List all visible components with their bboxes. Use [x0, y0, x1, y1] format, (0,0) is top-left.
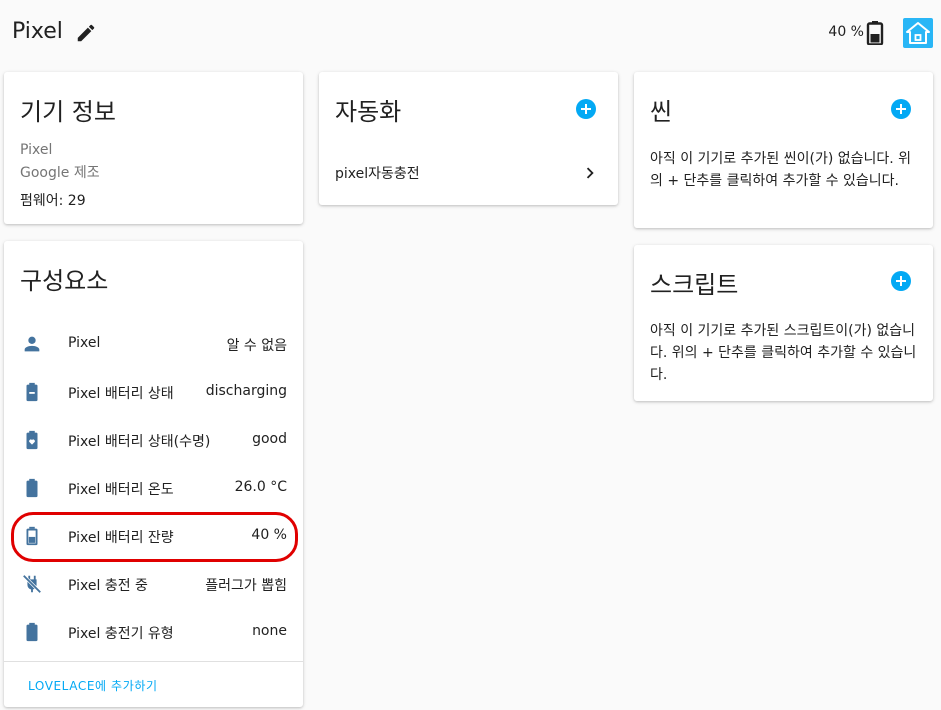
- scene-empty-text: 아직 이 기기로 추가된 씬이(가) 없습니다. 위의 + 단추를 클릭하여 추…: [650, 151, 912, 189]
- entity-state: 플러그가 뽑힘: [205, 578, 287, 594]
- add-scene-button[interactable]: [891, 99, 911, 119]
- battery-heart-icon: [26, 430, 38, 450]
- components-title: 구성요소: [20, 267, 109, 295]
- battery-icon: [26, 622, 38, 642]
- entity-state: 26.0 °C: [234, 479, 287, 495]
- entity-row[interactable]: Pixel 배터리 온도 26.0 °C: [4, 467, 303, 507]
- entity-state: 40 %: [251, 527, 287, 543]
- battery-40-icon: [26, 526, 38, 546]
- entity-name: Pixel 충전 중: [68, 578, 148, 594]
- entity-row[interactable]: Pixel 충전 중 플러그가 뽑힘: [4, 563, 303, 603]
- device-model: Pixel: [20, 142, 53, 158]
- entity-name: Pixel: [68, 335, 101, 351]
- entity-name: Pixel 충전기 유형: [68, 626, 174, 642]
- script-title: 스크립트: [650, 271, 739, 299]
- battery-icon: [26, 478, 38, 498]
- scene-card: 씬 아직 이 기기로 추가된 씬이(가) 없습니다. 위의 + 단추를 클릭하여…: [634, 72, 933, 228]
- battery-level-text: 40 %: [828, 24, 864, 40]
- entity-state: 알 수 없음: [226, 338, 287, 354]
- account-icon: [24, 336, 40, 352]
- entity-row[interactable]: Pixel 배터리 상태(수명) good: [4, 419, 303, 459]
- entity-state: none: [252, 623, 287, 639]
- entity-row[interactable]: Pixel 배터리 상태 discharging: [4, 371, 303, 411]
- battery-icon: [866, 21, 884, 45]
- components-card: 구성요소 Pixel 알 수 없음 Pixel 배터리 상태 dischargi…: [4, 241, 303, 707]
- chevron-right-icon: [586, 167, 594, 179]
- power-plug-off-icon: [22, 574, 42, 594]
- entity-state: good: [252, 431, 287, 447]
- device-firmware: 펌웨어: 29: [20, 193, 86, 209]
- device-manufacturer: Google 제조: [20, 165, 100, 181]
- script-card: 스크립트 아직 이 기기로 추가된 스크립트이(가) 없습니다. 위의 + 단추…: [634, 245, 933, 401]
- add-automation-button[interactable]: [576, 99, 596, 119]
- device-info-card: 기기 정보 Pixel Google 제조 펌웨어: 29: [4, 72, 303, 224]
- automation-card: 자동화 pixel자동충전: [319, 72, 618, 205]
- entity-row[interactable]: Pixel 배터리 잔량 40 %: [4, 515, 303, 555]
- automation-item-label: pixel자동충전: [335, 166, 420, 182]
- battery-minus-icon: [26, 382, 38, 402]
- scene-title: 씬: [650, 98, 673, 126]
- entity-name: Pixel 배터리 온도: [68, 482, 174, 498]
- automation-item[interactable]: pixel자동충전: [319, 152, 618, 192]
- entity-name: Pixel 배터리 상태: [68, 386, 174, 402]
- top-bar: Pixel 40 %: [0, 0, 941, 66]
- entity-row[interactable]: Pixel 알 수 없음: [4, 323, 303, 363]
- entity-name: Pixel 배터리 상태(수명): [68, 434, 211, 450]
- add-to-lovelace-button[interactable]: LOVELACE에 추가하기: [28, 677, 158, 694]
- page-title: Pixel: [12, 19, 63, 44]
- device-info-title: 기기 정보: [20, 98, 116, 126]
- pencil-icon[interactable]: [75, 22, 97, 44]
- automation-title: 자동화: [335, 98, 402, 126]
- divider: [4, 661, 303, 662]
- home-icon[interactable]: [903, 18, 933, 48]
- entity-name: Pixel 배터리 잔량: [68, 530, 174, 546]
- add-script-button[interactable]: [891, 271, 911, 291]
- script-empty-text: 아직 이 기기로 추가된 스크립트이(가) 없습니다. 위의 + 단추를 클릭하…: [650, 323, 917, 383]
- entity-row[interactable]: Pixel 충전기 유형 none: [4, 611, 303, 651]
- entity-state: discharging: [205, 383, 287, 399]
